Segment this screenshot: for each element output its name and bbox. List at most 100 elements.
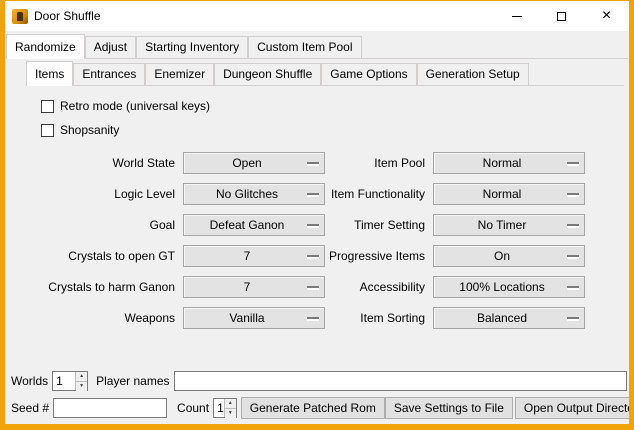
count-label: Count	[173, 401, 213, 415]
dropdown-value: Defeat Ganon	[184, 218, 324, 232]
settings-row: Crystals to harm Ganon 7 Accessibility 1…	[25, 271, 629, 302]
tab-adjust[interactable]: Adjust	[85, 36, 136, 58]
checkbox-unchecked-icon	[41, 100, 54, 113]
minimize-icon	[512, 16, 522, 17]
seed-row: Seed # Count 1 ▲ ▼ Generate Patched Rom …	[7, 397, 627, 419]
spinner-down-icon[interactable]: ▼	[225, 408, 236, 418]
checkbox-retro-mode[interactable]: Retro mode (universal keys)	[41, 94, 629, 118]
dropdown-item-pool[interactable]: Normal	[433, 152, 585, 174]
dropdown-progressive-items[interactable]: On	[433, 245, 585, 267]
worlds-row: Worlds 1 ▲ ▼ Player names	[7, 370, 627, 392]
dropdown-item-sorting[interactable]: Balanced	[433, 307, 585, 329]
dropdown-indicator-icon	[307, 224, 319, 228]
dropdown-goal[interactable]: Defeat Ganon	[183, 214, 325, 236]
label-goal: Goal	[25, 218, 183, 232]
worlds-value: 1	[53, 372, 75, 390]
tab-dungeon-shuffle[interactable]: Dungeon Shuffle	[214, 63, 321, 85]
tab-generation-setup[interactable]: Generation Setup	[417, 63, 529, 85]
dropdown-indicator-icon	[567, 162, 579, 166]
worlds-label: Worlds	[7, 374, 52, 388]
dropdown-value: 7	[184, 280, 324, 294]
settings-row: World State Open Item Pool Normal	[25, 147, 629, 178]
minimize-button[interactable]	[494, 1, 539, 31]
tab-entrances[interactable]: Entrances	[73, 63, 145, 85]
dropdown-value: On	[434, 249, 584, 263]
main-tab-bar: Randomize Adjust Starting Inventory Cust…	[6, 34, 628, 59]
window-content: Randomize Adjust Starting Inventory Cust…	[5, 31, 629, 424]
seed-label: Seed #	[7, 401, 53, 415]
settings-row: Weapons Vanilla Item Sorting Balanced	[25, 302, 629, 333]
save-settings-button[interactable]: Save Settings to File	[385, 397, 513, 419]
dropdown-accessibility[interactable]: 100% Locations	[433, 276, 585, 298]
dropdown-indicator-icon	[567, 224, 579, 228]
worlds-spinner[interactable]: 1 ▲ ▼	[52, 371, 88, 391]
dropdown-indicator-icon	[567, 193, 579, 197]
label-crystals-harm-ganon: Crystals to harm Ganon	[25, 280, 183, 294]
count-spinner[interactable]: 1 ▲ ▼	[213, 398, 237, 418]
label-logic-level: Logic Level	[25, 187, 183, 201]
label-weapons: Weapons	[25, 311, 183, 325]
close-button[interactable]: ×	[584, 1, 629, 31]
settings-row: Goal Defeat Ganon Timer Setting No Timer	[25, 209, 629, 240]
dropdown-indicator-icon	[307, 255, 319, 259]
spinner-buttons: ▲ ▼	[75, 372, 87, 390]
dropdown-timer-setting[interactable]: No Timer	[433, 214, 585, 236]
dropdown-value: Open	[184, 156, 324, 170]
dropdown-value: Normal	[434, 187, 584, 201]
seed-input[interactable]	[53, 398, 167, 418]
tab-starting-inventory[interactable]: Starting Inventory	[136, 36, 248, 58]
dropdown-indicator-icon	[567, 286, 579, 290]
checkbox-unchecked-icon	[41, 124, 54, 137]
spinner-up-icon[interactable]: ▲	[76, 372, 87, 381]
dropdown-crystals-open-gt[interactable]: 7	[183, 245, 325, 267]
label-timer-setting: Timer Setting	[325, 218, 433, 232]
items-panel: Retro mode (universal keys) Shopsanity W…	[5, 86, 629, 333]
player-names-input[interactable]	[174, 371, 628, 391]
maximize-icon	[557, 12, 566, 21]
sub-tab-bar: Items Entrances Enemizer Dungeon Shuffle…	[26, 61, 624, 86]
label-world-state: World State	[25, 156, 183, 170]
spinner-down-icon[interactable]: ▼	[76, 381, 87, 391]
dropdown-indicator-icon	[567, 317, 579, 321]
dropdown-indicator-icon	[307, 286, 319, 290]
label-item-pool: Item Pool	[325, 156, 433, 170]
settings-row: Logic Level No Glitches Item Functionali…	[25, 178, 629, 209]
player-names-label: Player names	[92, 374, 173, 388]
checkbox-label: Retro mode (universal keys)	[60, 99, 210, 113]
checkbox-label: Shopsanity	[60, 123, 119, 137]
titlebar: Door Shuffle ×	[5, 1, 629, 31]
dropdown-indicator-icon	[307, 317, 319, 321]
tab-enemizer[interactable]: Enemizer	[145, 63, 214, 85]
dropdown-indicator-icon	[307, 193, 319, 197]
window: Door Shuffle × Randomize Adjust Starting…	[0, 0, 634, 430]
tab-game-options[interactable]: Game Options	[321, 63, 416, 85]
maximize-button[interactable]	[539, 1, 584, 31]
bottom-controls: Worlds 1 ▲ ▼ Player names Seed # Count 1	[7, 370, 627, 419]
dropdown-world-state[interactable]: Open	[183, 152, 325, 174]
dropdown-value: No Timer	[434, 218, 584, 232]
dropdown-value: Vanilla	[184, 311, 324, 325]
dropdown-value: 7	[184, 249, 324, 263]
checkbox-shopsanity[interactable]: Shopsanity	[41, 118, 629, 142]
dropdown-indicator-icon	[307, 162, 319, 166]
dropdown-weapons[interactable]: Vanilla	[183, 307, 325, 329]
window-controls: ×	[494, 1, 629, 31]
label-item-functionality: Item Functionality	[325, 187, 433, 201]
settings-row: Crystals to open GT 7 Progressive Items …	[25, 240, 629, 271]
dropdown-value: 100% Locations	[434, 280, 584, 294]
dropdown-logic-level[interactable]: No Glitches	[183, 183, 325, 205]
open-output-directory-button[interactable]: Open Output Directory	[515, 397, 629, 419]
dropdown-crystals-harm-ganon[interactable]: 7	[183, 276, 325, 298]
app-icon	[12, 9, 28, 24]
dropdown-value: No Glitches	[184, 187, 324, 201]
spinner-up-icon[interactable]: ▲	[225, 399, 236, 408]
tab-randomize[interactable]: Randomize	[6, 34, 85, 59]
spinner-buttons: ▲ ▼	[224, 399, 236, 417]
dropdown-indicator-icon	[567, 255, 579, 259]
dropdown-item-functionality[interactable]: Normal	[433, 183, 585, 205]
generate-patched-rom-button[interactable]: Generate Patched Rom	[241, 397, 385, 419]
label-progressive-items: Progressive Items	[325, 249, 433, 263]
settings-grid: World State Open Item Pool Normal Logic …	[25, 147, 629, 333]
tab-items[interactable]: Items	[26, 61, 73, 86]
tab-custom-item-pool[interactable]: Custom Item Pool	[248, 36, 361, 58]
